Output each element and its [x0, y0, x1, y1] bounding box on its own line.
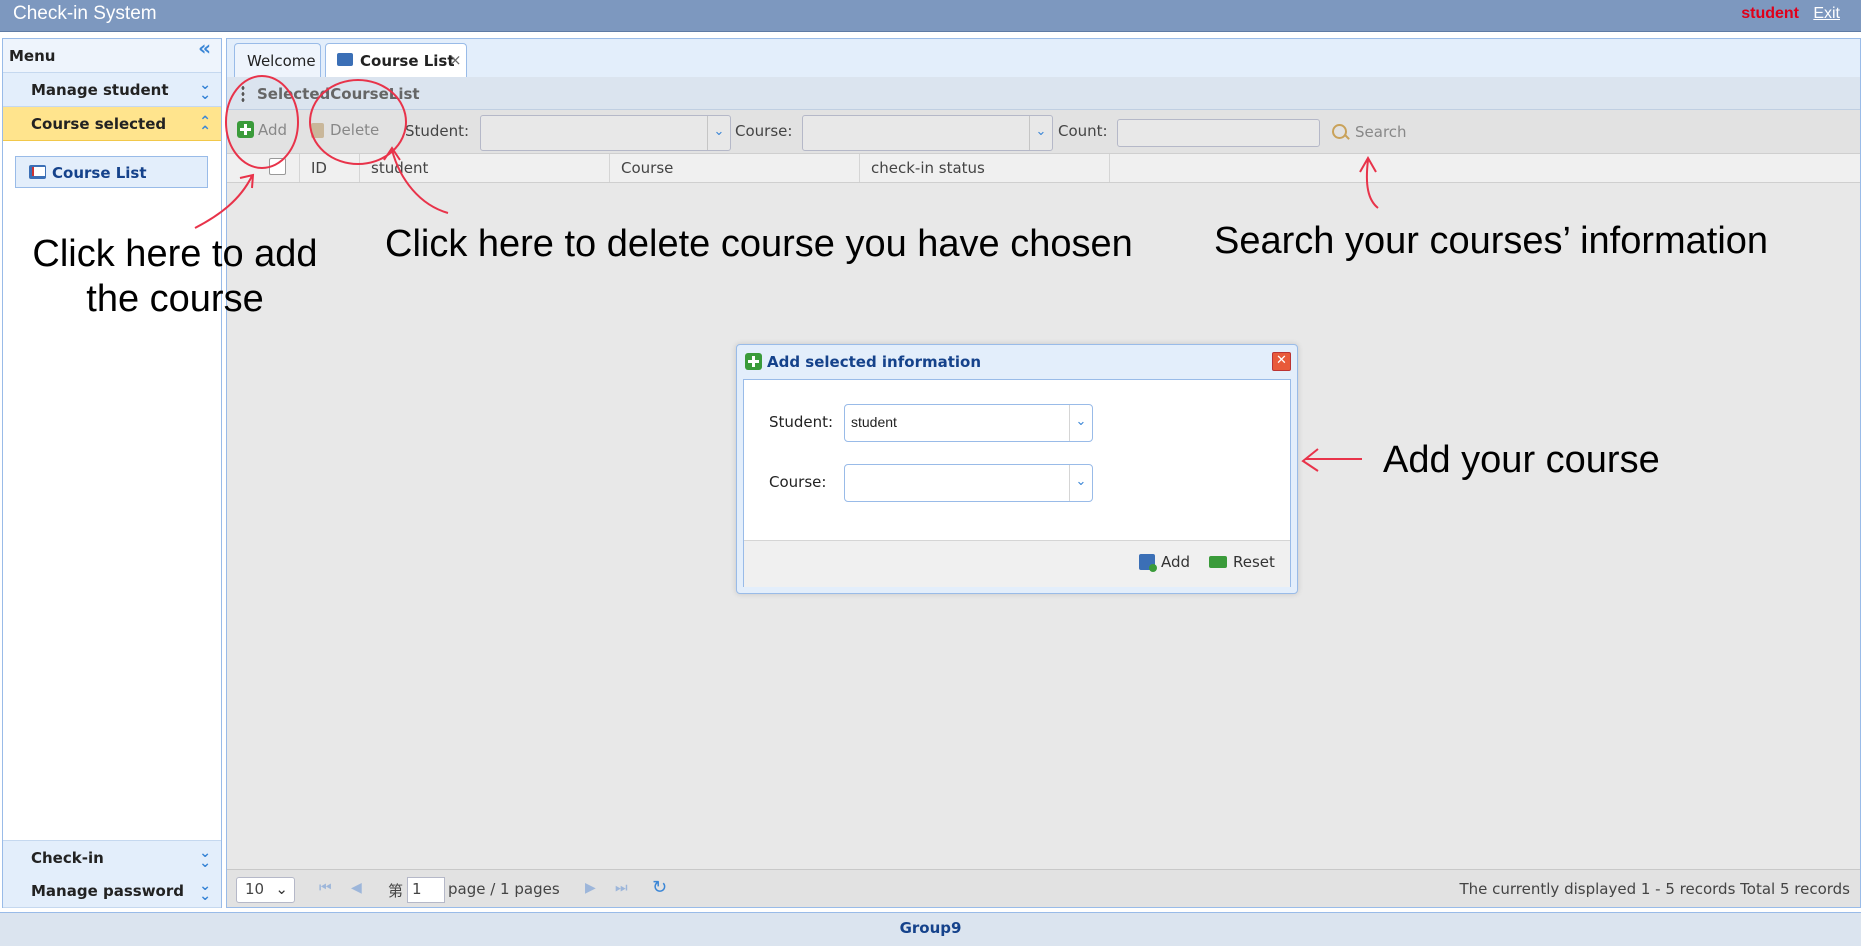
search-arrow — [1359, 155, 1379, 209]
add-arrow — [194, 173, 255, 229]
delete-arrow — [383, 146, 449, 214]
dialog-arrow — [1301, 448, 1362, 472]
add-highlight-circle — [225, 75, 299, 169]
search-hint: Search your courses’ information — [1214, 220, 1769, 262]
delete-hint: Click here to delete course you have cho… — [385, 223, 1133, 265]
add-hint: Click here to add the course — [32, 233, 318, 320]
dialog-hint: Add your course — [1383, 439, 1660, 481]
